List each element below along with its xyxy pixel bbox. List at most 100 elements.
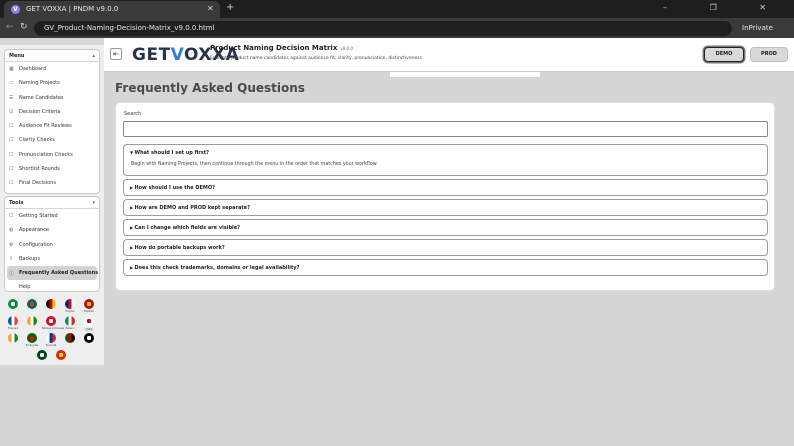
language-flag-icon[interactable]	[8, 316, 18, 326]
tools-panel: Tools ▾ ☐ Getting Started ◍ Appearance ⚙ Conf…	[4, 196, 100, 292]
faq-item[interactable]: ▶ Does this check trademarks, domains or…	[123, 259, 768, 276]
sidebar-item-decision-criteria[interactable]: ☑ Decision Criteria	[5, 105, 99, 119]
decision-icon: ☐	[9, 180, 14, 187]
sidebar-item-audience-fit-reviews[interactable]: ☐ Audience Fit Reviews	[5, 119, 99, 133]
sidebar-item-label: Name Candidates	[19, 94, 64, 101]
language-label: Français	[7, 327, 19, 330]
sidebar-toggle-icon[interactable]: ⇤	[110, 48, 122, 60]
language-label: Italiano	[65, 327, 75, 330]
menu-title: Menu	[9, 53, 25, 59]
language-flag-icon[interactable]	[27, 333, 37, 343]
address-bar: ← ↻ GV_Product-Naming-Decision-Matrix_v9…	[0, 18, 794, 38]
menu-header[interactable]: Menu ▴	[5, 50, 99, 62]
language-label: 日本語	[85, 328, 93, 331]
faq-item[interactable]: ▶ Can I change which fields are visible?	[123, 219, 768, 236]
browser-tab-bar: V GET VOXXA | PNDM v9.0.0 ✕ + – ❐ ✕	[0, 0, 794, 18]
header-tab-strip	[390, 72, 540, 77]
sidebar-item-frequently-asked-questions[interactable]: ⓘ Frequently Asked Questions	[7, 266, 99, 281]
reload-icon[interactable]: ↻	[20, 22, 28, 32]
sidebar-item-backups[interactable]: ⇪ Backups	[5, 252, 99, 266]
close-tab-icon[interactable]: ✕	[207, 4, 214, 13]
language-flag-icon[interactable]	[27, 299, 37, 309]
browser-tab[interactable]: V GET VOXXA | PNDM v9.0.0 ✕	[4, 1, 220, 18]
window-controls[interactable]: – ❐ ✕	[663, 3, 786, 12]
faq-item[interactable]: ▼ What should I set up first? Begin with …	[123, 144, 768, 176]
sidebar-item-label: Getting Started	[19, 213, 58, 219]
language-flag-icon[interactable]	[65, 299, 75, 309]
sidebar: Menu ▴ ▦ Dashboard ▭ Naming Projects ☰ Name C…	[0, 45, 104, 365]
new-tab-icon[interactable]: +	[226, 2, 234, 13]
faq-question[interactable]: ▼ What should I set up first?	[130, 150, 209, 156]
question-icon: ⓘ	[9, 271, 15, 278]
language-flag-icon[interactable]	[65, 333, 75, 343]
url-text: GV_Product-Naming-Decision-Matrix_v9.0.0…	[44, 24, 215, 32]
faq-question[interactable]: ▶ How do portable backups work?	[130, 245, 225, 251]
language-flag-icon[interactable]	[37, 350, 47, 360]
back-arrow-icon[interactable]: ←	[6, 22, 14, 32]
folder-icon: ▭	[9, 80, 14, 87]
sidebar-item-label: Shortlist Rounds	[19, 166, 60, 173]
faq-question[interactable]: ▶ Does this check trademarks, domains or…	[130, 265, 300, 271]
gear-icon: ⚙	[9, 241, 14, 248]
sidebar-item-label: Pronunciation Checks	[19, 151, 73, 158]
sidebar-item-name-candidates[interactable]: ☰ Name Candidates	[5, 91, 99, 105]
search-label: Search	[124, 111, 142, 117]
sidebar-item-configuration[interactable]: ⚙ Configuration	[5, 238, 99, 252]
sidebar-item-appearance[interactable]: ◍ Appearance	[5, 223, 99, 237]
app-version: v9.0.0	[340, 46, 353, 51]
sidebar-item-label: Final Decisions	[19, 180, 57, 187]
grid-icon: ▦	[9, 66, 14, 72]
sidebar-item-label: Configuration	[19, 241, 53, 248]
language-flag-icon[interactable]	[84, 333, 94, 343]
language-flag-icon[interactable]	[84, 316, 94, 326]
prod-mode-button[interactable]: PROD	[750, 47, 788, 62]
language-label: Русский	[45, 344, 57, 347]
faq-question[interactable]: ▶ Can I change which fields are visible?	[130, 225, 240, 231]
sidebar-item-shortlist-rounds[interactable]: ☐ Shortlist Rounds	[5, 162, 99, 176]
faq-item[interactable]: ▶ How are DEMO and PROD kept separate?	[123, 199, 768, 216]
inprivate-badge[interactable]: InPrivate	[742, 24, 773, 32]
sidebar-item-getting-started[interactable]: ☐ Getting Started	[5, 209, 99, 223]
language-flag-icon[interactable]	[65, 316, 75, 326]
sidebar-item-pronunciation-checks[interactable]: ☐ Pronunciation Checks	[5, 148, 99, 162]
sidebar-item-final-decisions[interactable]: ☐ Final Decisions	[5, 176, 99, 190]
sidebar-item-dashboard[interactable]: ▦ Dashboard	[5, 62, 99, 76]
sidebar-item-naming-projects[interactable]: ▭ Naming Projects	[5, 76, 99, 90]
demo-mode-button[interactable]: DEMO	[704, 47, 744, 62]
search-input[interactable]	[123, 121, 768, 137]
faq-question[interactable]: ▶ How are DEMO and PROD kept separate?	[130, 205, 250, 211]
faq-question-text: How should I use the DEMO?	[134, 185, 216, 191]
language-flag-icon[interactable]	[8, 299, 18, 309]
language-flag-icon[interactable]	[46, 299, 56, 309]
language-flag-icon[interactable]	[56, 350, 66, 360]
language-label: English	[65, 310, 75, 313]
faq-question-text: Can I change which fields are visible?	[134, 225, 241, 231]
upload-icon: ⇪	[9, 255, 14, 262]
shortlist-icon: ☐	[9, 166, 14, 173]
faq-item[interactable]: ▶ How do portable backups work?	[123, 239, 768, 256]
app-subtitle: Evaluate product name candidates against…	[210, 56, 422, 61]
language-flag-icon[interactable]	[8, 333, 18, 343]
language-flag-icon[interactable]	[27, 316, 37, 326]
menu-panel: Menu ▴ ▦ Dashboard ▭ Naming Projects ☰ Name C…	[4, 49, 100, 194]
tools-header[interactable]: Tools ▾	[5, 197, 99, 209]
sidebar-item-label: Audience Fit Reviews	[19, 123, 72, 130]
faq-answer: Begin with Naming Projects, then continu…	[131, 162, 378, 167]
menu-collapse-icon: ▴	[92, 53, 95, 59]
language-flag-icon[interactable]	[84, 299, 94, 309]
clarity-icon: ☐	[9, 137, 14, 144]
tab-title: GET VOXXA | PNDM v9.0.0	[26, 5, 119, 13]
language-flag-icon[interactable]	[46, 316, 56, 326]
sidebar-item-label: Frequently Asked Questions	[19, 270, 99, 277]
sidebar-item-clarity-checks[interactable]: ☐ Clarity Checks	[5, 133, 99, 147]
tools-collapse-icon: ▾	[92, 200, 95, 206]
app-header: ⇤ GETVOXXA Product Naming Decision Matri…	[104, 38, 794, 72]
compass-icon: ☐	[9, 213, 14, 219]
faq-question[interactable]: ▶ How should I use the DEMO?	[130, 185, 215, 191]
faq-item[interactable]: ▶ How should I use the DEMO?	[123, 179, 768, 196]
language-label: Bahasa Indonesia	[42, 327, 65, 330]
speech-icon: ☐	[9, 151, 14, 158]
url-field[interactable]: GV_Product-Naming-Decision-Matrix_v9.0.0…	[34, 21, 732, 36]
language-flag-icon[interactable]	[46, 333, 56, 343]
sidebar-item-help[interactable]: Help	[5, 280, 99, 294]
